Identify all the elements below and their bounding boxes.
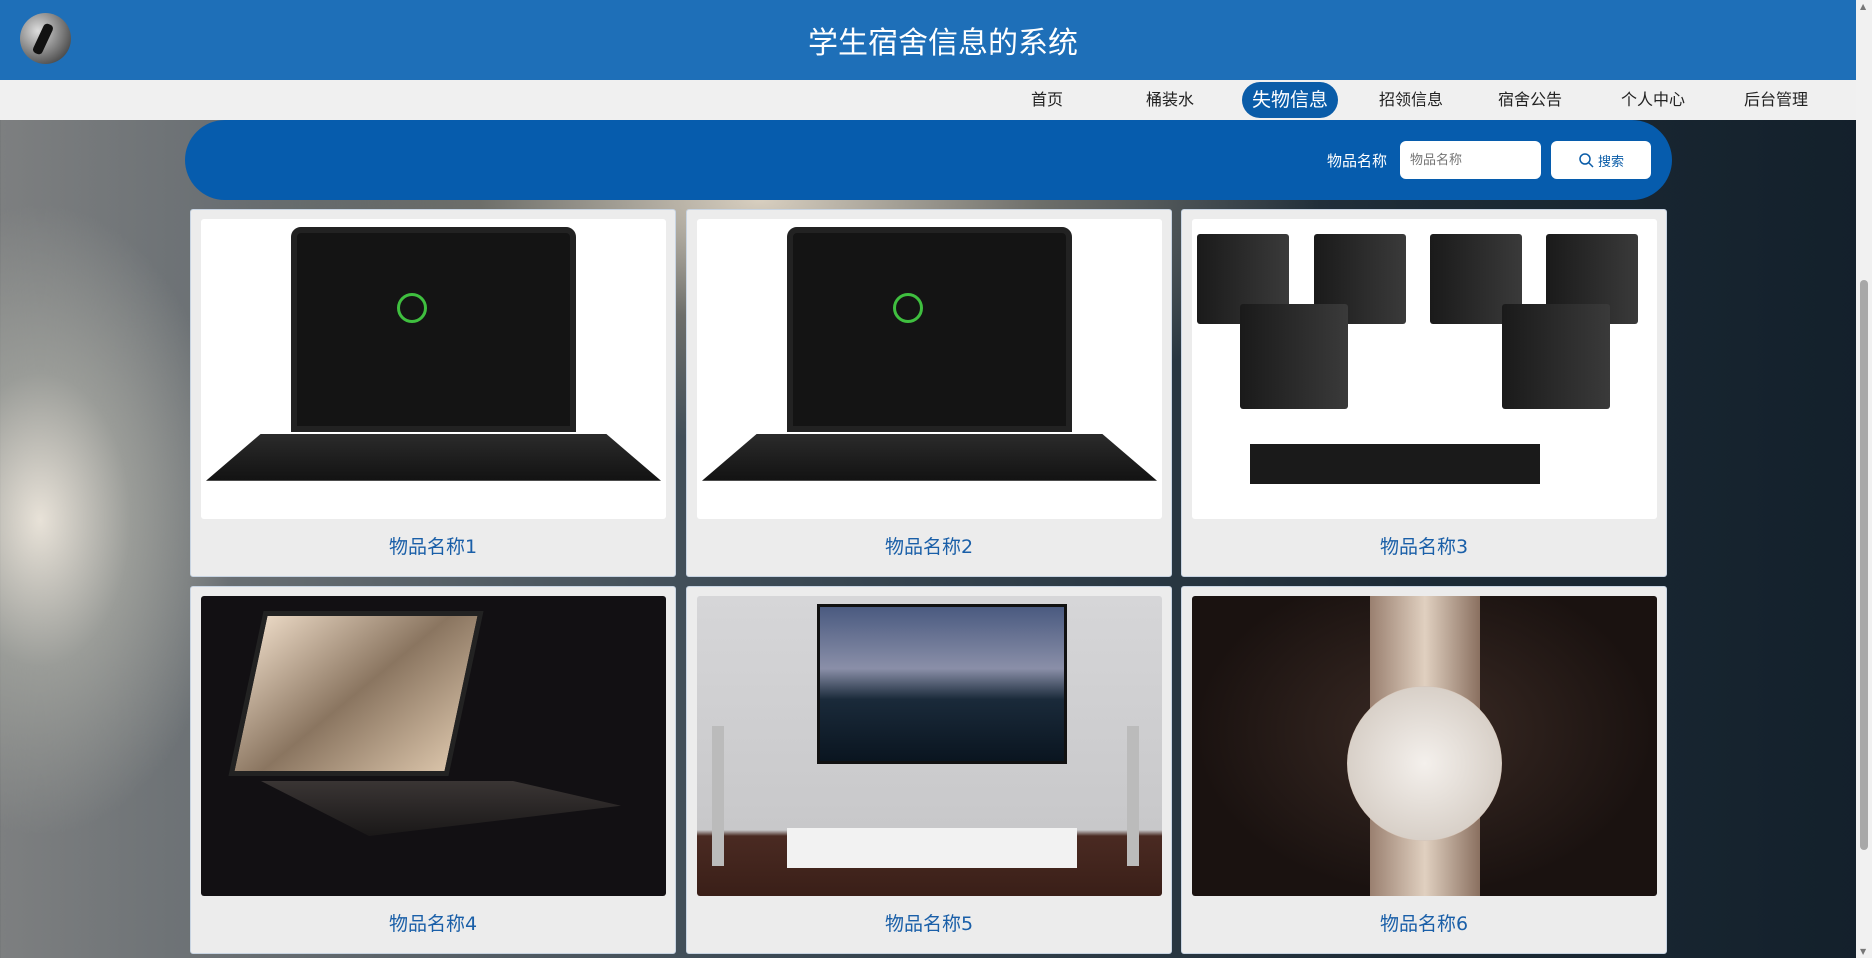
item-name[interactable]: 物品名称2 (687, 532, 1171, 559)
nav-found-items[interactable]: 招领信息 (1379, 80, 1443, 120)
nav-home[interactable]: 首页 (1031, 80, 1063, 120)
item-card[interactable]: 物品名称3 (1181, 209, 1667, 577)
item-name[interactable]: 物品名称5 (687, 909, 1171, 936)
item-card[interactable]: 物品名称1 (190, 209, 676, 577)
nav-notices[interactable]: 宿舍公告 (1498, 80, 1562, 120)
item-image[interactable] (1192, 219, 1657, 519)
header: 学生宿舍信息的系统 (0, 0, 1856, 80)
nav-water[interactable]: 桶装水 (1146, 80, 1194, 120)
search-bar: 物品名称 搜索 (185, 120, 1672, 200)
item-name[interactable]: 物品名称1 (191, 532, 675, 559)
item-image[interactable] (697, 219, 1162, 519)
nav-lost-items[interactable]: 失物信息 (1241, 82, 1339, 118)
nav-admin[interactable]: 后台管理 (1744, 80, 1808, 120)
item-image[interactable] (201, 219, 666, 519)
search-icon (1579, 153, 1594, 168)
scroll-down-icon[interactable]: ▼ (1860, 947, 1866, 956)
item-card[interactable]: 物品名称6 (1181, 586, 1667, 954)
search-button-label: 搜索 (1597, 154, 1624, 170)
search-button[interactable]: 搜索 (1551, 141, 1651, 179)
nav-profile[interactable]: 个人中心 (1621, 80, 1685, 120)
scrollbar-thumb[interactable] (1860, 280, 1868, 850)
search-label: 物品名称 (1327, 152, 1388, 170)
item-name[interactable]: 物品名称6 (1182, 909, 1666, 936)
item-card[interactable]: 物品名称5 (686, 586, 1172, 954)
scroll-up-icon[interactable]: ▲ (1860, 2, 1866, 11)
item-name[interactable]: 物品名称4 (191, 909, 675, 936)
item-image[interactable] (1192, 596, 1657, 896)
item-name[interactable]: 物品名称3 (1182, 532, 1666, 559)
search-input[interactable] (1400, 141, 1541, 179)
item-card[interactable]: 物品名称2 (686, 209, 1172, 577)
item-image[interactable] (697, 596, 1162, 896)
item-image[interactable] (201, 596, 666, 896)
nav-bar: 首页 桶装水 失物信息 招领信息 宿舍公告 个人中心 后台管理 (0, 80, 1856, 120)
site-title: 学生宿舍信息的系统 (808, 26, 1078, 61)
scrollbar[interactable]: ▲ ▼ (1856, 0, 1872, 958)
item-card[interactable]: 物品名称4 (190, 586, 676, 954)
